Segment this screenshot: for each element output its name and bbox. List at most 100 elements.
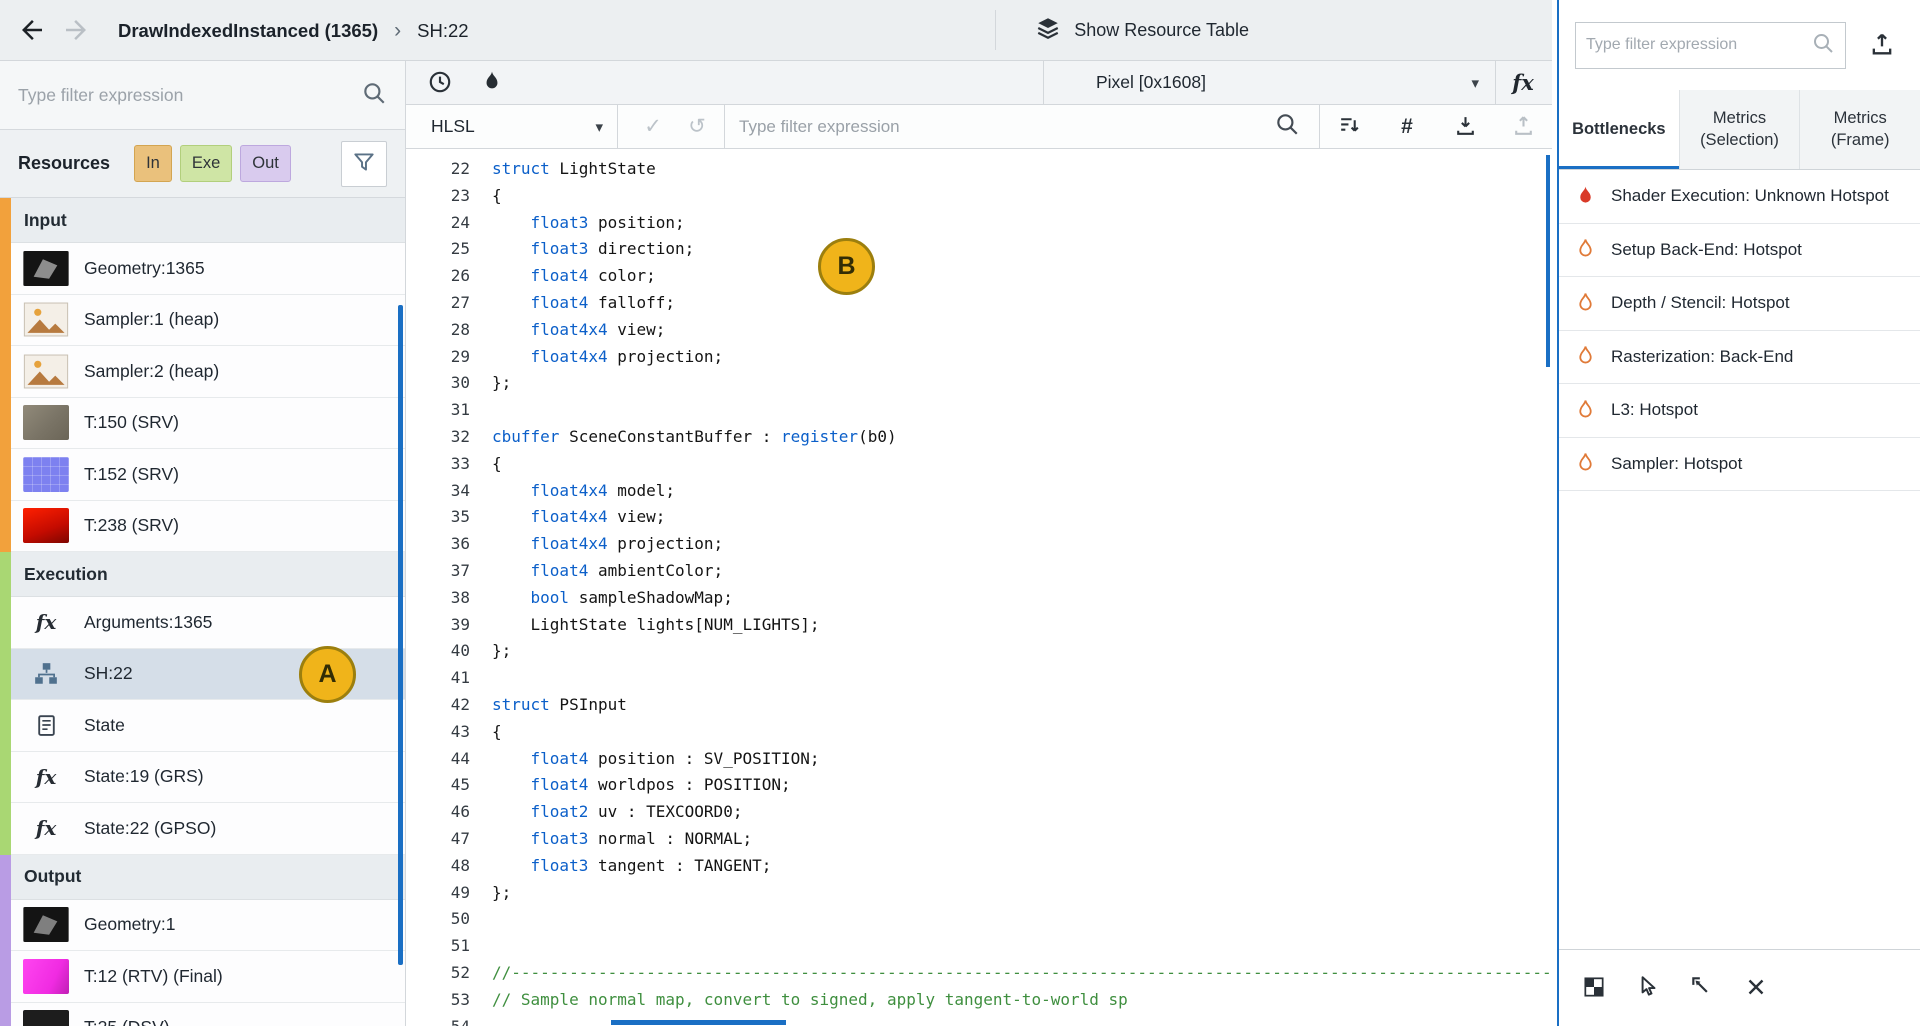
code-text: float2 uv : TEXCOORD0; bbox=[492, 799, 742, 826]
resource-arguments-1365[interactable]: fx Arguments:1365 bbox=[11, 597, 405, 649]
download-button[interactable] bbox=[1436, 105, 1494, 148]
fx-button[interactable]: fx bbox=[1498, 61, 1548, 104]
pixel-history-button[interactable] bbox=[1625, 965, 1671, 1011]
line-number: 53 bbox=[406, 987, 470, 1014]
line-number: 39 bbox=[406, 612, 470, 639]
resource-geometry-1365[interactable]: Geometry:1365 bbox=[11, 243, 405, 295]
apply-button[interactable]: ✓ bbox=[632, 105, 674, 148]
bottleneck-item[interactable]: L3: Hotspot bbox=[1559, 384, 1920, 438]
code-text: float4 falloff; bbox=[492, 290, 675, 317]
forward-button[interactable] bbox=[56, 11, 96, 51]
sidebar-scrollbar[interactable] bbox=[398, 305, 403, 965]
upload-button[interactable] bbox=[1494, 105, 1552, 148]
bottleneck-label: Sampler: Hotspot bbox=[1611, 454, 1742, 474]
metrics-filter-input[interactable] bbox=[1586, 36, 1811, 54]
history-button[interactable] bbox=[422, 65, 458, 101]
breadcrumb-event[interactable]: DrawIndexedInstanced (1365) bbox=[118, 20, 378, 42]
code-line: 42struct PSInput bbox=[406, 692, 1552, 719]
tab-metrics-frame[interactable]: Metrics (Frame) bbox=[1800, 90, 1920, 169]
code-horizontal-scrollbar[interactable] bbox=[611, 1020, 786, 1025]
tab-metrics-selection[interactable]: Metrics (Selection) bbox=[1680, 90, 1801, 169]
bottleneck-item[interactable]: Rasterization: Back-End bbox=[1559, 331, 1920, 385]
resource-sampler-1[interactable]: Sampler:1 (heap) bbox=[11, 295, 405, 347]
hotspots-button[interactable] bbox=[474, 65, 510, 101]
resource-t238[interactable]: T:238 (SRV) bbox=[11, 501, 405, 553]
resource-t152[interactable]: T:152 (SRV) bbox=[11, 449, 405, 501]
language-dropdown[interactable]: HLSL ▾ bbox=[406, 105, 618, 148]
bottleneck-label: Shader Execution: Unknown Hotspot bbox=[1611, 186, 1889, 206]
line-number: 26 bbox=[406, 263, 470, 290]
line-numbers-button[interactable]: # bbox=[1378, 105, 1436, 148]
pixel-selector-dropdown[interactable]: Pixel [0x1608] ▾ bbox=[1043, 61, 1496, 104]
resource-geometry-1[interactable]: Geometry:1 bbox=[11, 900, 405, 952]
code-vertical-scrollbar[interactable] bbox=[1546, 155, 1550, 367]
resource-state22[interactable]: fx State:22 (GPSO) bbox=[11, 803, 405, 855]
code-text: float4 position : SV_POSITION; bbox=[492, 746, 820, 773]
clear-selection-button[interactable] bbox=[1733, 965, 1779, 1011]
execution-section: Execution fx Arguments:1365 SH:22 bbox=[0, 552, 405, 855]
bottleneck-item[interactable]: Sampler: Hotspot bbox=[1559, 438, 1920, 492]
export-button[interactable] bbox=[1860, 23, 1904, 67]
code-line: 39 LightState lights[NUM_LIGHTS]; bbox=[406, 612, 1552, 639]
code-filter-input[interactable] bbox=[739, 117, 1274, 137]
code-text: { bbox=[492, 451, 502, 478]
breadcrumb: DrawIndexedInstanced (1365) › SH:22 bbox=[118, 0, 469, 61]
resource-state19[interactable]: fx State:19 (GRS) bbox=[11, 752, 405, 804]
pixel-selector-value: Pixel [0x1608] bbox=[1096, 72, 1206, 93]
resource-state[interactable]: State bbox=[11, 700, 405, 752]
arrow-back-icon bbox=[17, 15, 47, 48]
metrics-footer-toolbar bbox=[1559, 949, 1920, 1026]
sort-button[interactable] bbox=[1320, 105, 1378, 148]
resource-label: Geometry:1365 bbox=[84, 258, 205, 279]
code-editor[interactable]: 22struct LightState23{24 float3 position… bbox=[406, 149, 1552, 1026]
line-number: 30 bbox=[406, 370, 470, 397]
code-text: // Sample normal map, convert to signed,… bbox=[492, 987, 1128, 1014]
line-number: 25 bbox=[406, 236, 470, 263]
code-line: 22struct LightState bbox=[406, 156, 1552, 183]
chevron-down-icon: ▾ bbox=[1471, 74, 1479, 92]
diff-view-button[interactable] bbox=[1571, 965, 1617, 1011]
revert-button[interactable]: ↺ bbox=[676, 105, 718, 148]
app-window: DrawIndexedInstanced (1365) › SH:22 Show… bbox=[0, 0, 1920, 1026]
resource-t150[interactable]: T:150 (SRV) bbox=[11, 398, 405, 450]
line-number: 46 bbox=[406, 799, 470, 826]
code-text: float4 worldpos : POSITION; bbox=[492, 772, 791, 799]
show-resource-table-button[interactable]: Show Resource Table bbox=[1035, 0, 1249, 61]
filter-in-toggle[interactable]: In bbox=[134, 145, 172, 182]
filter-exe-toggle[interactable]: Exe bbox=[180, 145, 232, 182]
shader-graph-icon bbox=[23, 661, 69, 687]
filter-button[interactable] bbox=[341, 141, 387, 187]
state-icon bbox=[23, 713, 69, 738]
code-line: 27 float4 falloff; bbox=[406, 290, 1552, 317]
bottleneck-item[interactable]: Depth / Stencil: Hotspot bbox=[1559, 277, 1920, 331]
code-line: 52//------------------------------------… bbox=[406, 960, 1552, 987]
clock-icon bbox=[427, 69, 453, 98]
line-number: 50 bbox=[406, 906, 470, 933]
metrics-filter-row bbox=[1559, 0, 1920, 90]
bottleneck-item[interactable]: Setup Back-End: Hotspot bbox=[1559, 224, 1920, 278]
undo-icon: ↺ bbox=[688, 114, 706, 139]
bottleneck-label: Setup Back-End: Hotspot bbox=[1611, 240, 1802, 260]
code-line: 53 // Sample normal map, convert to signe… bbox=[406, 987, 1552, 1014]
resources-panel: Resources In Exe Out Input Geome bbox=[0, 61, 406, 1026]
resources-title: Resources bbox=[18, 153, 110, 174]
pick-pixel-button[interactable] bbox=[1679, 965, 1725, 1011]
breadcrumb-shader[interactable]: SH:22 bbox=[417, 20, 468, 42]
arrow-forward-icon bbox=[61, 15, 91, 48]
line-number: 44 bbox=[406, 746, 470, 773]
back-button[interactable] bbox=[12, 11, 52, 51]
code-line: 40}; bbox=[406, 638, 1552, 665]
line-number: 48 bbox=[406, 853, 470, 880]
tab-bottlenecks[interactable]: Bottlenecks bbox=[1559, 90, 1680, 169]
code-text: float4x4 projection; bbox=[492, 344, 723, 371]
code-text: { bbox=[492, 183, 502, 210]
code-line: 43{ bbox=[406, 719, 1552, 746]
code-line: 24 float3 position; bbox=[406, 210, 1552, 237]
resource-sampler-2[interactable]: Sampler:2 (heap) bbox=[11, 346, 405, 398]
resource-t12[interactable]: T:12 (RTV) (Final) bbox=[11, 951, 405, 1003]
resources-filter-input[interactable] bbox=[18, 85, 361, 106]
filter-out-toggle[interactable]: Out bbox=[240, 145, 291, 182]
fx-icon: fx bbox=[23, 610, 69, 634]
resource-t25[interactable]: T:25 (DSV) bbox=[11, 1003, 405, 1026]
bottleneck-item[interactable]: Shader Execution: Unknown Hotspot bbox=[1559, 170, 1920, 224]
